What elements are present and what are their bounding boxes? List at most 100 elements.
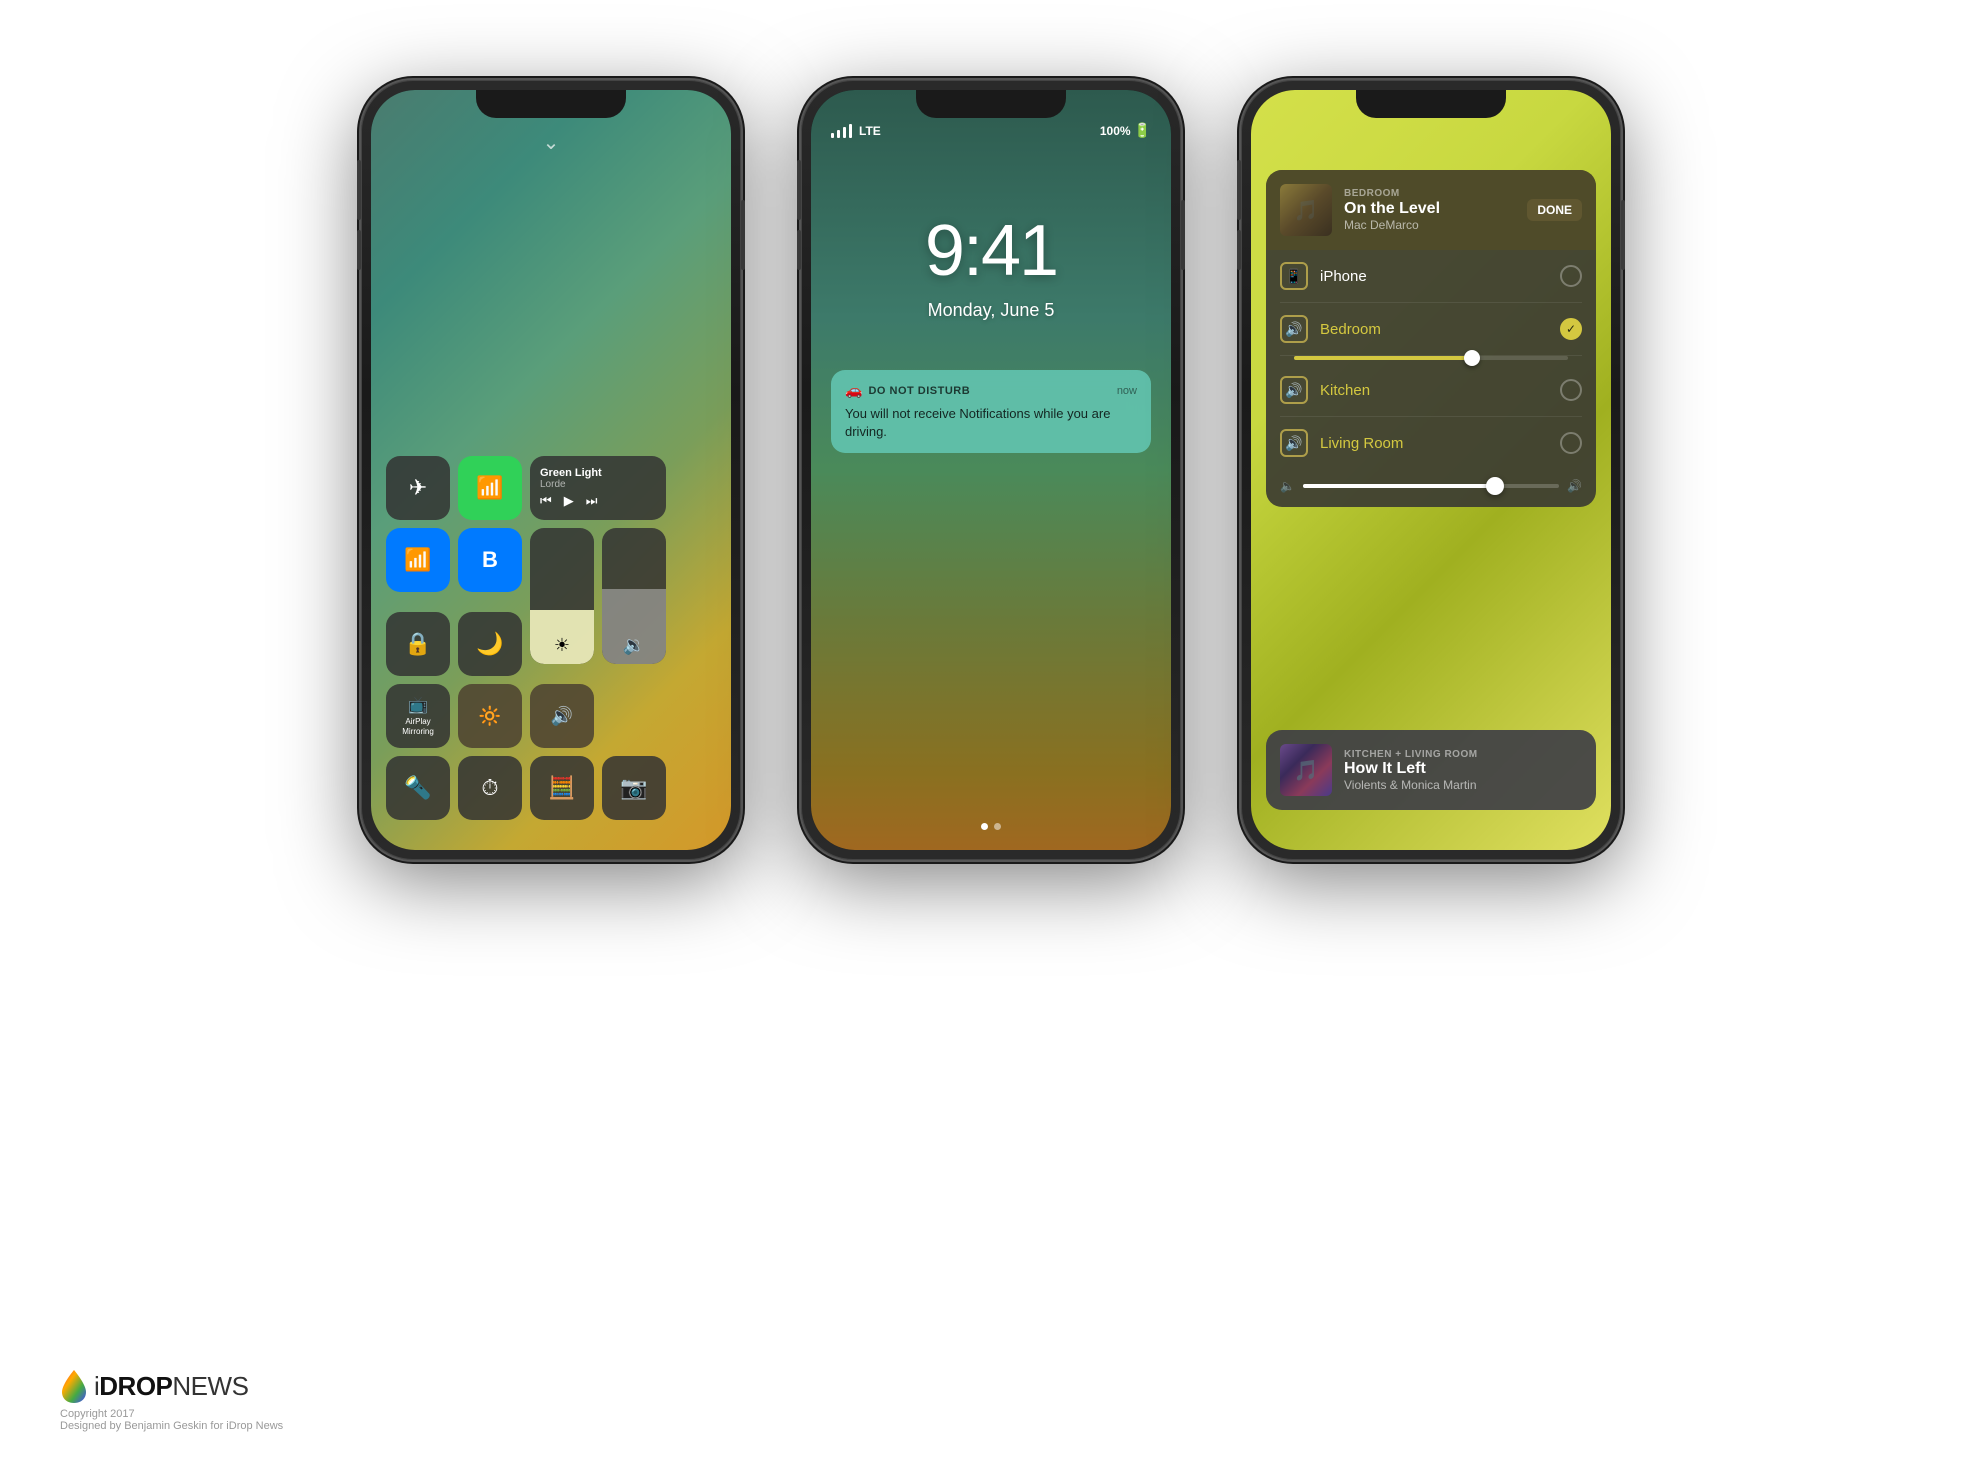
phone-1-screen: ⌄ ✈ 📶 Green Light Lorde ⏮ ▶ ⏭ 📶 Β ☀ 🔉 🔒 …	[371, 90, 731, 850]
signal-bar-1	[831, 133, 834, 138]
cc-row-4: 📺 AirPlay Mirroring 🔆 🔊	[386, 684, 716, 748]
wifi-tile[interactable]: 📶	[386, 528, 450, 592]
lock-screen: LTE 100% 🔋 9:41 Monday, June 5 🚗 DO NOT …	[811, 90, 1171, 850]
device-row-kitchen[interactable]: 🔊 Kitchen	[1280, 364, 1582, 417]
calc-tile[interactable]: 🧮	[530, 756, 594, 820]
power-button-3[interactable]	[1621, 200, 1625, 270]
status-bar: LTE 100% 🔋	[831, 122, 1151, 139]
device-name-living-room: Living Room	[1320, 435, 1548, 452]
living-room-check	[1560, 432, 1582, 454]
bedroom-volume-slider[interactable]	[1280, 356, 1582, 364]
volume-slider-tile[interactable]: 🔊	[530, 684, 594, 748]
battery-percent: 100%	[1100, 124, 1131, 138]
lock-screen-date: Monday, June 5	[928, 300, 1055, 321]
airplay-panel: 🎵 BEDROOM On the Level Mac DeMarco DONE	[1266, 170, 1596, 507]
mute-switch[interactable]	[357, 160, 361, 190]
mute-switch-2[interactable]	[797, 160, 801, 190]
song-artist-2: Violents & Monica Martin	[1344, 778, 1478, 792]
music-control[interactable]: Green Light Lorde ⏮ ▶ ⏭	[530, 456, 666, 520]
notif-body: You will not receive Notifications while…	[845, 405, 1137, 441]
notch-2	[916, 90, 1066, 118]
cellular-icon: 📶	[476, 475, 503, 501]
flashlight-tile[interactable]: 🔦	[386, 756, 450, 820]
device-name-kitchen: Kitchen	[1320, 382, 1548, 399]
bedroom-check: ✓	[1560, 318, 1582, 340]
brightness-slider-tile[interactable]: 🔆	[458, 684, 522, 748]
volume-down-button[interactable]	[357, 230, 361, 270]
power-button-2[interactable]	[1181, 200, 1185, 270]
room-label-1: BEDROOM	[1344, 188, 1515, 199]
calc-icon: 🧮	[548, 775, 575, 801]
phone-2: LTE 100% 🔋 9:41 Monday, June 5 🚗 DO NOT …	[801, 80, 1181, 860]
device-name-iphone: iPhone	[1320, 268, 1548, 285]
iphone-device-icon: 📱	[1280, 262, 1308, 290]
battery-area: 100% 🔋	[1100, 122, 1151, 139]
master-volume-slider[interactable]	[1303, 484, 1559, 488]
moon-tile[interactable]: 🌙	[458, 612, 522, 676]
volume-ctrl[interactable]: 🔉	[602, 528, 666, 664]
song-title-2: How It Left	[1344, 760, 1478, 778]
camera-tile[interactable]: 📷	[602, 756, 666, 820]
device-row-iphone[interactable]: 📱 iPhone	[1280, 250, 1582, 303]
song-info-2: KITCHEN + LIVING ROOM How It Left Violen…	[1344, 749, 1478, 792]
page-dots	[981, 823, 1001, 830]
album-art-placeholder: 🎵	[1294, 198, 1319, 223]
credit-text: Designed by Benjamin Geskin for iDrop Ne…	[60, 1420, 283, 1432]
speaker-icon: 🔊	[551, 706, 573, 727]
flashlight-icon: 🔦	[404, 775, 431, 801]
volume-down-button-3[interactable]	[1237, 230, 1241, 270]
brightness-ctrl[interactable]: ☀	[530, 528, 594, 664]
album-art-2: 🎵	[1280, 744, 1332, 796]
kitchen-device-icon: 🔊	[1280, 376, 1308, 404]
notif-app-area: 🚗 DO NOT DISTURB	[845, 382, 970, 399]
drop-logo-icon	[60, 1368, 88, 1404]
next-btn[interactable]: ⏭	[586, 493, 598, 509]
logo-news: NEWS	[172, 1371, 248, 1401]
slider-fill	[1294, 356, 1472, 360]
mute-switch-3[interactable]	[1237, 160, 1241, 190]
song-artist-1: Mac DeMarco	[1344, 218, 1515, 232]
logo-text: iDROPNEWS	[94, 1371, 248, 1402]
footer: iDROPNEWS Copyright 2017 Designed by Ben…	[60, 1368, 283, 1432]
bedroom-device-icon: 🔊	[1280, 315, 1308, 343]
lock-icon: 🔒	[404, 631, 431, 657]
lock-tile[interactable]: 🔒	[386, 612, 450, 676]
swipe-chevron: ⌄	[543, 130, 560, 155]
play-btn[interactable]: ▶	[564, 493, 574, 509]
device-row-bedroom[interactable]: 🔊 Bedroom ✓	[1280, 303, 1582, 356]
bluetooth-icon: Β	[482, 547, 498, 573]
credit-line: Designed by Benjamin Geskin for iDrop Ne…	[60, 1420, 283, 1432]
vol-max-icon: 🔊	[1567, 479, 1582, 493]
signal-bars	[831, 124, 852, 138]
volume-down-button-2[interactable]	[797, 230, 801, 270]
phone-2-screen: LTE 100% 🔋 9:41 Monday, June 5 🚗 DO NOT …	[811, 90, 1171, 850]
airplane-icon: ✈	[409, 475, 427, 501]
prev-btn[interactable]: ⏮	[540, 493, 552, 509]
airplay-tile[interactable]: 📺 AirPlay Mirroring	[386, 684, 450, 748]
timer-tile[interactable]: ⏱	[458, 756, 522, 820]
bt-tile[interactable]: Β	[458, 528, 522, 592]
cellular-tile[interactable]: 📶	[458, 456, 522, 520]
device-row-living-room[interactable]: 🔊 Living Room	[1280, 417, 1582, 469]
airplane-tile[interactable]: ✈	[386, 456, 450, 520]
timer-icon: ⏱	[481, 775, 498, 801]
notification-header: 🚗 DO NOT DISTURB now	[845, 382, 1137, 399]
notif-app-name: DO NOT DISTURB	[868, 385, 970, 397]
master-volume-row: 🔈 🔊	[1266, 469, 1596, 507]
album-art-1: 🎵	[1280, 184, 1332, 236]
song-title-1: On the Level	[1344, 199, 1515, 218]
lock-screen-time: 9:41	[925, 210, 1057, 292]
signal-area: LTE	[831, 124, 881, 138]
power-button[interactable]	[741, 200, 745, 270]
kitchen-check	[1560, 379, 1582, 401]
signal-bar-3	[843, 127, 846, 138]
control-center-screen: ⌄ ✈ 📶 Green Light Lorde ⏮ ▶ ⏭ 📶 Β ☀ 🔉 🔒 …	[371, 90, 731, 850]
device-list: 📱 iPhone 🔊 Bedroom ✓	[1266, 250, 1596, 469]
living-room-device-icon: 🔊	[1280, 429, 1308, 457]
airplay-icon: 📺	[408, 695, 428, 715]
done-button[interactable]: DONE	[1527, 199, 1582, 221]
room-label-2: KITCHEN + LIVING ROOM	[1344, 749, 1478, 760]
phone-3-screen: 🎵 BEDROOM On the Level Mac DeMarco DONE	[1251, 90, 1611, 850]
page-dot-2	[994, 823, 1001, 830]
now-playing-header: 🎵 BEDROOM On the Level Mac DeMarco DONE	[1266, 170, 1596, 250]
